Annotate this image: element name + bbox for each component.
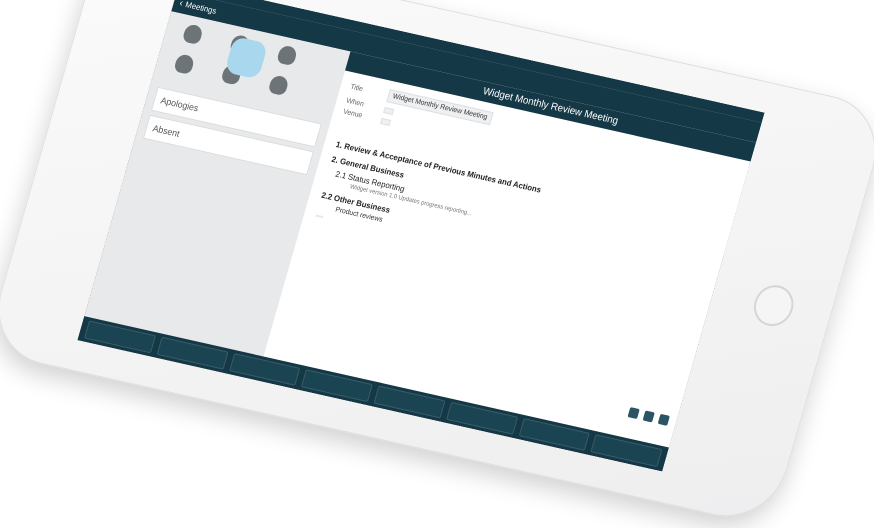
tablet-device: ‹ Meetings Apologies Absent Widget Month… — [0, 0, 874, 528]
attendee-1[interactable] — [171, 21, 214, 49]
person-icon — [181, 23, 204, 46]
person-icon — [173, 53, 196, 75]
gear-icon[interactable] — [642, 410, 655, 423]
status-badge — [315, 214, 324, 219]
attendee-4[interactable] — [162, 51, 205, 79]
absent-label: Absent — [151, 123, 181, 139]
status-right — [756, 111, 759, 121]
person-icon — [276, 44, 299, 67]
field-label: Title — [349, 83, 364, 94]
app-screen: ‹ Meetings Apologies Absent Widget Month… — [77, 0, 765, 472]
field-value[interactable] — [383, 106, 395, 115]
person-icon — [267, 74, 290, 97]
attendee-3[interactable] — [265, 42, 308, 70]
field-value[interactable] — [380, 117, 392, 126]
share-icon[interactable] — [627, 407, 640, 420]
back-label: Meetings — [184, 0, 218, 16]
apologies-label: Apologies — [159, 95, 200, 114]
attendee-6[interactable] — [257, 72, 300, 100]
home-button[interactable] — [749, 281, 799, 330]
refresh-icon[interactable] — [657, 413, 670, 426]
action-icons — [627, 407, 670, 426]
